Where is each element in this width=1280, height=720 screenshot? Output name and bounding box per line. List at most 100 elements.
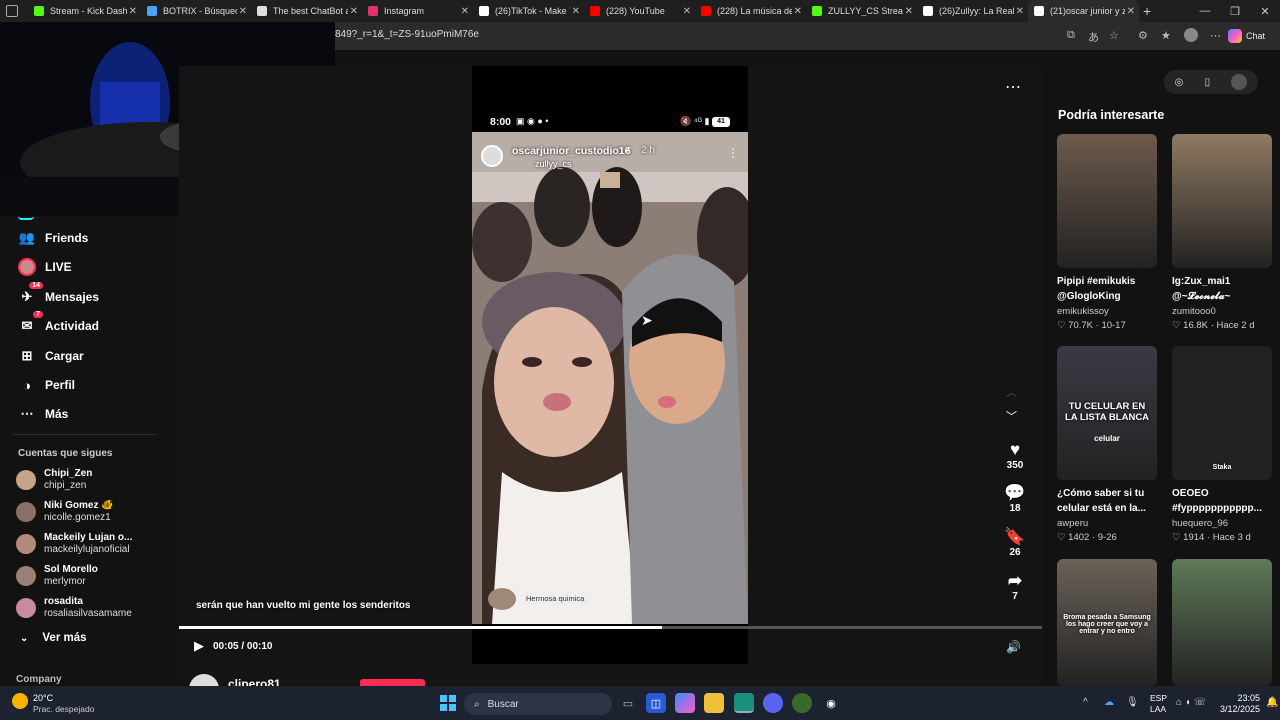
- comment-button[interactable]: 💬 18: [1000, 483, 1030, 514]
- share-button[interactable]: ➦ 7: [1000, 571, 1030, 602]
- translate-icon[interactable]: あ: [1088, 29, 1099, 45]
- coins-icon[interactable]: ◎: [1175, 77, 1184, 88]
- browser-tab[interactable]: Stream - Kick Dashb ✕: [28, 0, 141, 22]
- onedrive-icon[interactable]: ☁: [1104, 697, 1114, 708]
- open-in-app-icon[interactable]: ⧉: [1067, 29, 1075, 42]
- activity-icon: ✉ 7: [18, 311, 43, 335]
- avatar: [16, 470, 36, 490]
- recommended-video-card[interactable]: TU CELULAR EN LA LISTA BLANCA celular ¿Cóm…: [1057, 346, 1157, 543]
- browser-tab[interactable]: ZULLYY_CS Stream ✕: [806, 0, 917, 22]
- heart-outline-icon: ♡: [1172, 532, 1181, 543]
- company-link[interactable]: Company: [16, 674, 62, 685]
- url-field[interactable]: 849?_r=1&_t=ZS-91uoPmiM76e: [335, 29, 479, 40]
- tiktok-icon: [1034, 6, 1044, 16]
- like-button[interactable]: ♥ 350: [1000, 440, 1030, 471]
- video-more-icon[interactable]: ⋯: [1005, 77, 1021, 97]
- recommended-video-card[interactable]: Broma pesada a Samsung los hago creer qu…: [1057, 559, 1157, 686]
- progress-track[interactable]: [179, 626, 1042, 629]
- taskbar-search[interactable]: ⌕ Buscar: [464, 693, 612, 715]
- following-item[interactable]: rosadita rosaliasilvasamame: [16, 596, 132, 620]
- sidebar-item-perfil[interactable]: ◑ Perfil: [18, 376, 75, 394]
- profile-avatar[interactable]: [1184, 28, 1198, 42]
- sidebar-item-cargar[interactable]: ⊞ Cargar: [18, 347, 84, 365]
- lang-indicator[interactable]: ESP: [1150, 693, 1167, 703]
- close-tab-icon[interactable]: ✕: [461, 6, 469, 17]
- browser-tab[interactable]: The best ChatBot ar ✕: [251, 0, 362, 22]
- close-tab-icon[interactable]: ✕: [239, 6, 247, 17]
- browser-tab[interactable]: BOTRIX - Búsqueda ✕: [141, 0, 251, 22]
- tab-actions-icon[interactable]: [6, 5, 18, 17]
- maximize-icon[interactable]: ❐: [1220, 0, 1250, 22]
- browser-tab[interactable]: (228) La música de ✕: [695, 0, 806, 22]
- sidebar-item-live[interactable]: LIVE: [18, 258, 72, 276]
- close-tab-icon[interactable]: ✕: [572, 6, 580, 17]
- sidebar-item-más[interactable]: ⋯ Más: [18, 405, 69, 423]
- following-item[interactable]: Niki Gomez 🐠 nicolle.gomez1: [16, 500, 114, 524]
- notifications-icon[interactable]: 🔔: [1266, 697, 1278, 708]
- user-avatar[interactable]: [1231, 74, 1248, 90]
- extensions-icon[interactable]: ⚙: [1138, 29, 1148, 42]
- following-item[interactable]: Sol Morello merlymor: [16, 564, 98, 588]
- card-stats: ♡ 1402 · 9-26: [1057, 532, 1117, 543]
- following-item[interactable]: Mackeily Lujan o... mackeilylujanoficial: [16, 532, 132, 556]
- minimize-icon[interactable]: —: [1190, 0, 1220, 22]
- browser-tab[interactable]: (228) YouTube ✕: [584, 0, 695, 22]
- task-view-icon[interactable]: ▭: [618, 693, 638, 713]
- play-icon[interactable]: ▶: [194, 638, 204, 654]
- store-icon[interactable]: ◫: [646, 693, 666, 713]
- sidebar-item-mensajes[interactable]: ✈ 14 Mensajes: [18, 282, 99, 306]
- sidebar-item-friends[interactable]: 👥 Friends: [18, 229, 88, 247]
- save-button[interactable]: 🔖 26: [1000, 527, 1030, 558]
- close-tab-icon[interactable]: ✕: [129, 6, 137, 17]
- prev-video-icon[interactable]: ︿: [1006, 384, 1017, 400]
- browser-tab[interactable]: (21)oscar junior y zu ✕: [1028, 0, 1139, 22]
- clock-time[interactable]: 23:05: [1222, 693, 1260, 703]
- share-icon: ➦: [1007, 571, 1023, 590]
- file-explorer-icon[interactable]: [704, 693, 724, 713]
- close-tab-icon[interactable]: ✕: [1127, 6, 1135, 17]
- browser-tab[interactable]: (26)Zullyy: La Real D✕: [917, 0, 1028, 22]
- youtube-icon: [590, 6, 600, 16]
- recommended-video-card[interactable]: Ig:Zux_mai1 @~𝓛𝓮𝓸𝓷𝓮𝓵𝓪~ zumitooo0 ♡ 16.8K · …: [1172, 134, 1272, 331]
- close-tab-icon[interactable]: ✕: [1016, 6, 1024, 17]
- obs-icon[interactable]: ◉: [821, 693, 841, 713]
- story-menu-icon[interactable]: ⋮: [727, 146, 739, 160]
- start-icon[interactable]: [438, 693, 458, 713]
- time-display: 00:05 / 00:10: [213, 641, 273, 652]
- author-avatar[interactable]: [481, 145, 503, 167]
- recommended-video-card[interactable]: Staka OEOEO #fyppppppppppp... huequero_96 ♡ …: [1172, 346, 1272, 543]
- network-volume-icons[interactable]: ⌂ ◖ ☏: [1176, 697, 1206, 708]
- mouse-cursor: ➤: [641, 312, 653, 328]
- close-tab-icon[interactable]: ✕: [794, 6, 802, 17]
- heart-icon: ♥: [1009, 440, 1021, 459]
- recommended-video-card[interactable]: Pipipi #emikukis @GlogloKing emikukissoy ♡ …: [1057, 134, 1157, 331]
- copilot-chat-button[interactable]: Chat: [1228, 26, 1276, 46]
- app-icon[interactable]: [792, 693, 812, 713]
- favorite-star-icon[interactable]: ☆: [1109, 29, 1119, 42]
- browser-tab[interactable]: (26)TikTok - Make Y ✕: [473, 0, 584, 22]
- mic-icon[interactable]: 🎙: [1126, 697, 1139, 708]
- favorites-icon[interactable]: ★: [1161, 29, 1171, 42]
- close-tab-icon[interactable]: ✕: [905, 6, 913, 17]
- next-video-icon[interactable]: ﹀: [1006, 408, 1017, 424]
- edge-icon[interactable]: [734, 693, 754, 713]
- close-tab-icon[interactable]: ✕: [683, 6, 691, 17]
- recommended-video-card[interactable]: [1172, 559, 1272, 686]
- sidebar-item-actividad[interactable]: ✉ 7 Actividad: [18, 311, 99, 335]
- browser-tab[interactable]: Instagram ✕: [362, 0, 473, 22]
- see-more-button[interactable]: ⌄ Ver más: [20, 632, 87, 644]
- copilot-taskbar-icon[interactable]: [675, 693, 695, 713]
- weather-temp[interactable]: 20°C: [33, 693, 53, 703]
- close-window-icon[interactable]: ✕: [1250, 0, 1280, 22]
- discord-icon[interactable]: [763, 693, 783, 713]
- explore-icon[interactable]: [18, 216, 34, 220]
- author-name[interactable]: oscarjunior_custodio16: [512, 145, 630, 157]
- new-tab-icon[interactable]: +: [1143, 3, 1151, 19]
- device-icon[interactable]: ▯: [1205, 77, 1211, 88]
- volume-icon[interactable]: 🔊: [1006, 640, 1021, 654]
- tray-chevron-icon[interactable]: ^: [1083, 697, 1088, 708]
- close-tab-icon[interactable]: ✕: [350, 6, 358, 17]
- following-item[interactable]: Chipi_Zen chipi_zen: [16, 468, 92, 492]
- weather-icon[interactable]: [12, 693, 28, 709]
- menu-dots-icon[interactable]: ⋯: [1210, 29, 1221, 42]
